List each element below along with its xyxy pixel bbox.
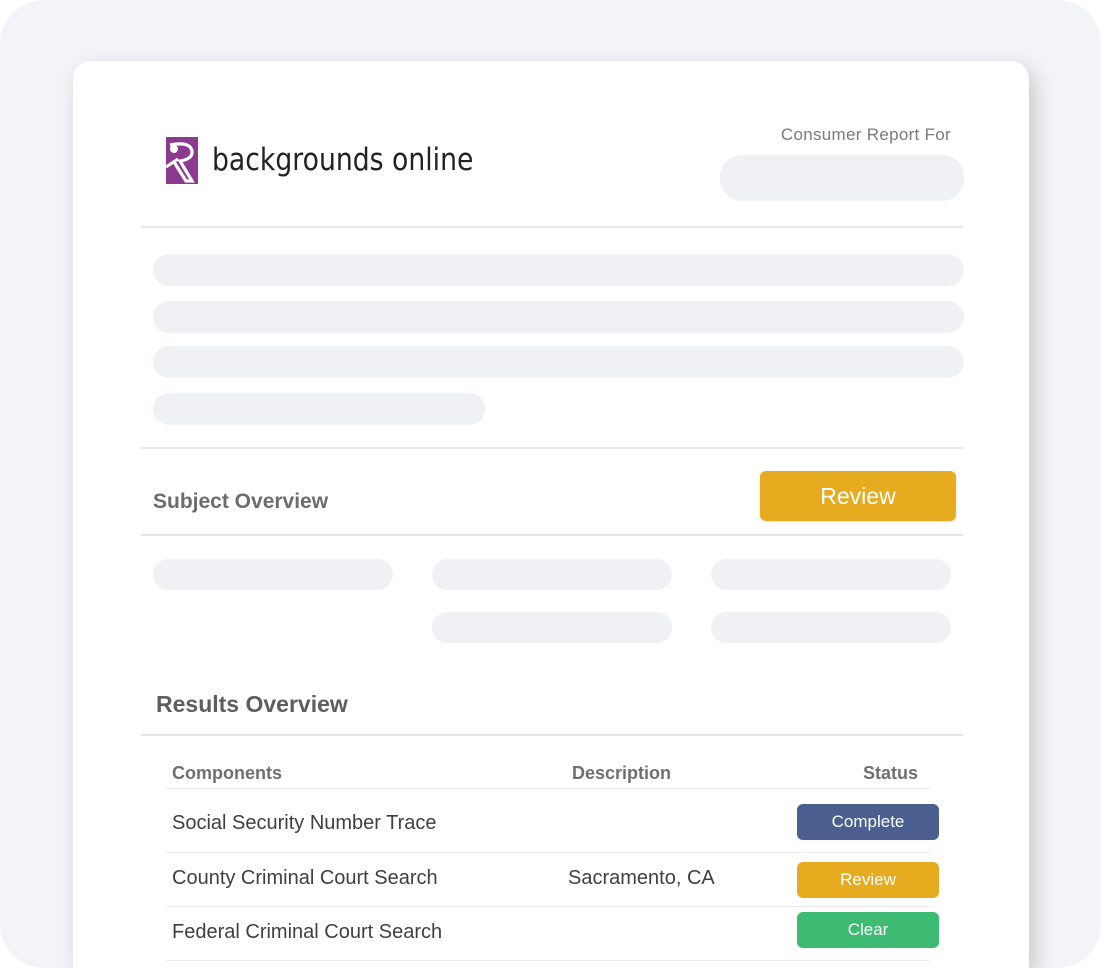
skeleton-line xyxy=(153,393,485,425)
consumer-report-label: Consumer Report For xyxy=(780,125,951,144)
divider xyxy=(141,734,963,736)
skeleton-field xyxy=(153,559,393,590)
row-divider xyxy=(166,852,930,853)
report-card: backgrounds online Consumer Report For S… xyxy=(73,61,1029,968)
description-cell: Sacramento, CA xyxy=(568,867,715,889)
divider xyxy=(141,447,963,449)
subject-overview-title: Subject Overview xyxy=(153,490,329,513)
skeleton-field xyxy=(711,559,951,590)
row-divider xyxy=(166,960,930,961)
skeleton-field xyxy=(711,612,951,643)
component-cell: Federal Criminal Court Search xyxy=(172,921,443,943)
consumer-name-placeholder xyxy=(720,155,964,201)
component-cell: Social Security Number Trace xyxy=(172,812,437,834)
column-header-status: Status xyxy=(863,763,919,783)
status-badge-clear[interactable]: Clear xyxy=(797,912,939,948)
divider xyxy=(141,226,963,228)
status-badge-review[interactable]: Review xyxy=(797,862,939,898)
status-badge-complete[interactable]: Complete xyxy=(797,804,939,840)
row-divider xyxy=(166,906,930,907)
skeleton-line xyxy=(153,254,964,286)
column-header-components: Components xyxy=(172,763,282,783)
brand-name: backgrounds online xyxy=(212,142,474,178)
divider xyxy=(141,534,963,536)
skeleton-field xyxy=(432,612,672,643)
header-divider xyxy=(166,788,930,789)
component-cell: County Criminal Court Search xyxy=(172,867,438,889)
brand-logo[interactable]: backgrounds online xyxy=(160,136,516,184)
results-overview-title: Results Overview xyxy=(156,691,348,717)
skeleton-line xyxy=(153,301,964,333)
skeleton-line xyxy=(153,346,964,378)
skeleton-field xyxy=(432,559,672,590)
backgrounds-online-logo-icon xyxy=(160,136,198,184)
review-button[interactable]: Review xyxy=(760,471,956,521)
background-frame: backgrounds online Consumer Report For S… xyxy=(0,0,1101,968)
column-header-description: Description xyxy=(572,763,672,783)
